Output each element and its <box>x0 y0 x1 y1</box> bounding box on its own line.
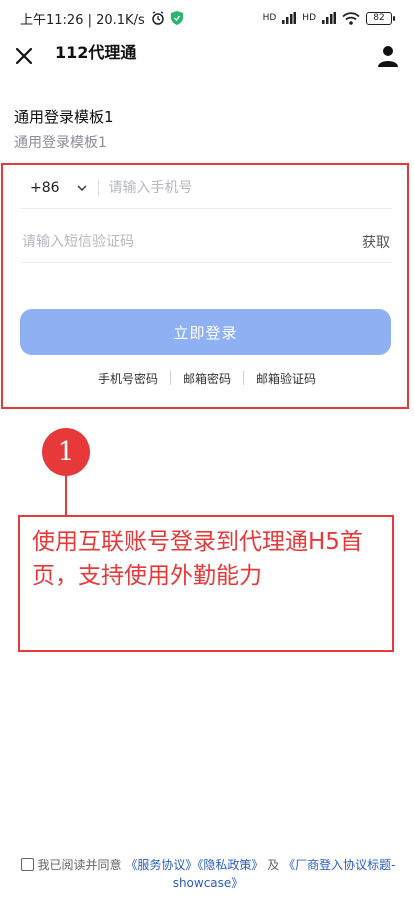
user-icon[interactable] <box>376 44 400 68</box>
status-bar: 上午11:26 | 20.1K/s HD HD 82 <box>0 0 414 36</box>
sms-row: 获取 <box>20 222 392 263</box>
agree-checkbox[interactable] <box>20 858 34 871</box>
signal-hd-1: HD <box>262 13 277 23</box>
status-time-speed: 上午11:26 | 20.1K/s <box>20 12 145 28</box>
battery-icon: 82 <box>366 11 395 25</box>
service-agreement-link[interactable]: 《服务协议》 <box>125 858 197 872</box>
divider <box>169 371 171 385</box>
template-subtitle: 通用登录模板1 <box>14 135 107 151</box>
signal-hd-2: HD <box>302 13 316 23</box>
status-left: 上午11:26 | 20.1K/s <box>20 9 183 28</box>
template-title: 通用登录模板1 <box>14 108 114 126</box>
login-button[interactable]: 立即登录 <box>20 309 391 355</box>
phone-password-link[interactable]: 手机号密码 <box>98 370 158 387</box>
agreement-prefix: 我已阅读并同意 <box>37 858 122 872</box>
callout-line <box>65 476 67 516</box>
signal-icon <box>282 12 297 24</box>
agreement: 我已阅读并同意 《服务协议》《隐私政策》 及 《厂商登入协议标题-showcas… <box>18 856 398 892</box>
close-icon[interactable] <box>14 46 34 66</box>
agreement-and: 及 <box>267 858 280 872</box>
divider <box>97 179 99 197</box>
step-number-badge: 1 <box>42 428 90 476</box>
country-code-select[interactable]: +86 <box>30 180 60 196</box>
sms-code-input[interactable] <box>20 233 324 251</box>
nav-bar: 112代理通 <box>0 36 414 76</box>
chevron-down-icon[interactable] <box>76 182 88 194</box>
alarm-icon <box>151 11 164 25</box>
status-right: HD HD 82 <box>262 11 395 25</box>
signal-icon <box>322 12 336 24</box>
wifi-icon <box>342 11 360 25</box>
page-title: 112代理通 <box>55 43 137 62</box>
get-code-button[interactable]: 获取 <box>362 232 390 252</box>
annotation-note: 使用互联账号登录到代理通H5首页，支持使用外勤能力 <box>18 515 394 652</box>
email-password-link[interactable]: 邮箱密码 <box>183 370 231 387</box>
alt-login-methods: 手机号密码 邮箱密码 邮箱验证码 <box>0 368 414 388</box>
shield-icon <box>170 11 183 25</box>
phone-input[interactable] <box>106 179 351 197</box>
email-code-link[interactable]: 邮箱验证码 <box>256 370 316 387</box>
phone-row: +86 <box>20 168 392 209</box>
privacy-policy-link[interactable]: 《隐私政策》 <box>197 858 263 872</box>
divider <box>243 371 244 385</box>
